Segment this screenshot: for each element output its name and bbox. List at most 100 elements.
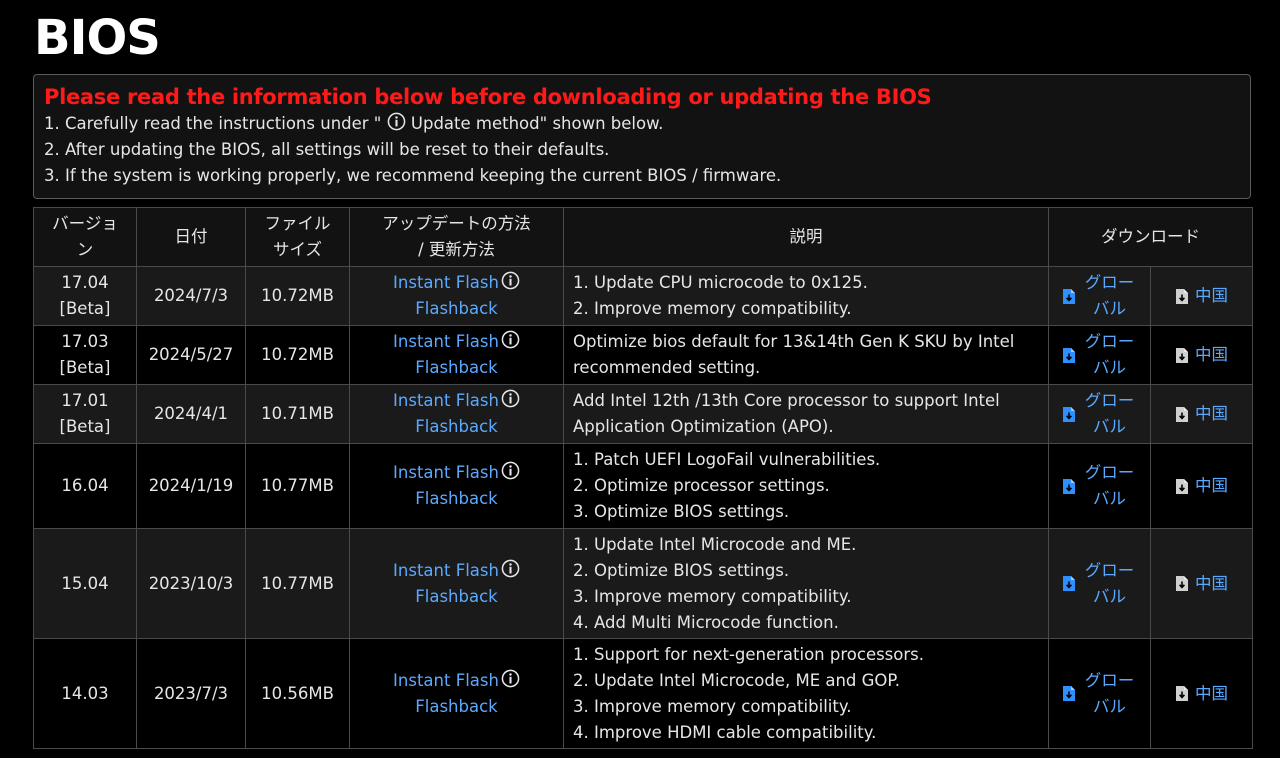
description-line: 2. Update Intel Microcode, ME and GOP. [573, 670, 901, 690]
download-global-link[interactable]: グローバル [1055, 460, 1144, 512]
file-download-icon [1176, 686, 1188, 701]
download-china-link[interactable]: 中国 [1157, 473, 1246, 499]
header-date: 日付 [136, 207, 246, 267]
instant-flash-link[interactable]: Instant Flash [356, 388, 557, 414]
info-circle-icon [501, 271, 520, 290]
flashback-link[interactable]: Flashback [356, 486, 557, 512]
file-download-icon [1176, 576, 1188, 591]
download-global-label: グローバル [1084, 560, 1135, 606]
description-line: 1. Patch UEFI LogoFail vulnerabilities. [573, 450, 881, 469]
instant-flash-link[interactable]: Instant Flash [356, 270, 557, 296]
version-cell: 17.04 [Beta] [33, 266, 137, 326]
file-download-icon [1176, 347, 1188, 363]
version-tag: [Beta] [59, 299, 111, 318]
size-cell: 10.71MB [245, 384, 350, 444]
size-cell: 10.77MB [245, 528, 350, 639]
notice-line-3: 3. If the system is working properly, we… [44, 166, 782, 185]
bios-page: BIOS Please read the information below b… [0, 0, 1280, 758]
method-cell: Instant Flash Flashback [349, 443, 564, 529]
notice-line-1: 1. Carefully read the instructions under… [44, 111, 1240, 137]
description-line: 2. Optimize BIOS settings. [573, 560, 790, 580]
file-download-icon [1062, 288, 1075, 304]
download-china-cell: 中国 [1150, 266, 1253, 326]
download-china-label: 中国 [1195, 476, 1228, 495]
notice-box: Please read the information below before… [33, 74, 1251, 199]
download-global-link[interactable]: グローバル [1055, 329, 1144, 381]
description-line: 2. Improve memory compatibility. [573, 299, 852, 318]
version-cell: 17.03 [Beta] [33, 325, 137, 385]
size-cell: 10.56MB [245, 638, 350, 749]
date-cell: 2023/10/3 [136, 528, 246, 639]
version-cell: 16.04 [33, 443, 137, 529]
method-cell: Instant Flash Flashback [349, 266, 564, 326]
download-global-label: グローバル [1084, 273, 1135, 318]
download-global-label: グローバル [1084, 391, 1135, 436]
instant-flash-link[interactable]: Instant Flash [356, 558, 557, 584]
file-download-icon [1176, 288, 1188, 304]
description-line: 4. Improve HDMI cable compatibility. [573, 722, 877, 742]
download-global-link[interactable]: グローバル [1055, 388, 1144, 440]
download-china-link[interactable]: 中国 [1157, 342, 1246, 368]
description-cell: Add Intel 12th /13th Core processor to s… [563, 384, 1049, 444]
notice-line-1-prefix: 1. Carefully read the instructions under… [44, 114, 382, 133]
download-china-label: 中国 [1195, 404, 1228, 423]
notice-heading: Please read the information below before… [44, 85, 932, 109]
file-download-icon [1062, 347, 1075, 363]
download-china-link[interactable]: 中国 [1157, 401, 1246, 427]
download-china-cell: 中国 [1150, 325, 1253, 385]
description-line: 3. Optimize BIOS settings. [573, 502, 790, 521]
description-line: Optimize bios default for 13&14th Gen K … [573, 332, 1015, 351]
info-circle-icon [501, 669, 520, 687]
description-line: 1. Support for next-generation processor… [573, 644, 925, 664]
date-cell: 2024/4/1 [136, 384, 246, 444]
description-line: 1. Update CPU microcode to 0x125. [573, 273, 868, 292]
flashback-link[interactable]: Flashback [356, 414, 557, 440]
version-cell: 14.03 [33, 638, 137, 749]
description-cell: 1. Update CPU microcode to 0x125. 2. Impr… [563, 266, 1049, 326]
download-china-link[interactable]: 中国 [1157, 681, 1246, 707]
version-number: 17.01 [61, 391, 109, 410]
version-cell: 15.04 [33, 528, 137, 639]
flashback-link[interactable]: Flashback [356, 584, 557, 610]
table-row: 15.04 2023/10/3 10.77MB Instant Flash Flashb… [33, 528, 1253, 639]
flashback-link[interactable]: Flashback [356, 355, 557, 381]
table-row: 17.04 [Beta] 2024/7/3 10.72MB Instant Flash F… [33, 266, 1253, 326]
version-number: 17.03 [61, 332, 109, 351]
instant-flash-link[interactable]: Instant Flash [356, 668, 557, 694]
method-cell: Instant Flash Flashback [349, 384, 564, 444]
instant-flash-link[interactable]: Instant Flash [356, 329, 557, 355]
instant-flash-link[interactable]: Instant Flash [356, 460, 557, 486]
download-global-link[interactable]: グローバル [1055, 270, 1144, 322]
table-row: 16.04 2024/1/19 10.77MB Instant Flash Flashb… [33, 443, 1253, 529]
header-size: ファイル サイズ [245, 207, 350, 267]
download-global-link[interactable]: グローバル [1055, 668, 1144, 720]
size-cell: 10.72MB [245, 266, 350, 326]
method-cell: Instant Flash Flashback [349, 528, 564, 639]
download-china-link[interactable]: 中国 [1157, 283, 1246, 309]
download-china-cell: 中国 [1150, 528, 1253, 639]
download-global-link[interactable]: グローバル [1055, 558, 1144, 610]
table-row: 14.03 2023/7/3 10.56MB Instant Flash Flashba… [33, 638, 1253, 749]
info-circle-icon [501, 461, 520, 480]
download-global-label: グローバル [1084, 463, 1135, 508]
flashback-link[interactable]: Flashback [356, 694, 557, 720]
version-number: 15.04 [61, 573, 109, 593]
notice-line-1-suffix: Update method" shown below. [410, 114, 664, 133]
download-global-cell: グローバル [1048, 266, 1151, 326]
file-download-icon [1062, 406, 1075, 422]
download-china-label: 中国 [1195, 345, 1228, 364]
description-cell: Optimize bios default for 13&14th Gen K … [563, 325, 1049, 385]
flashback-link[interactable]: Flashback [356, 296, 557, 322]
download-global-label: グローバル [1084, 332, 1135, 377]
size-cell: 10.77MB [245, 443, 350, 529]
file-download-icon [1176, 406, 1188, 422]
file-download-icon [1062, 478, 1075, 494]
description-cell: 1. Patch UEFI LogoFail vulnerabilities. 2… [563, 443, 1049, 529]
header-version: バージョ ン [33, 207, 137, 267]
date-cell: 2024/1/19 [136, 443, 246, 529]
download-global-cell: グローバル [1048, 638, 1151, 749]
download-china-link[interactable]: 中国 [1157, 571, 1246, 597]
download-china-label: 中国 [1195, 683, 1228, 703]
description-line: Application Optimization (APO). [573, 417, 834, 436]
bios-table: バージョ ン 日付 ファイル サイズ アップデートの方法 / 更新方法 説明 ダ… [33, 207, 1253, 749]
